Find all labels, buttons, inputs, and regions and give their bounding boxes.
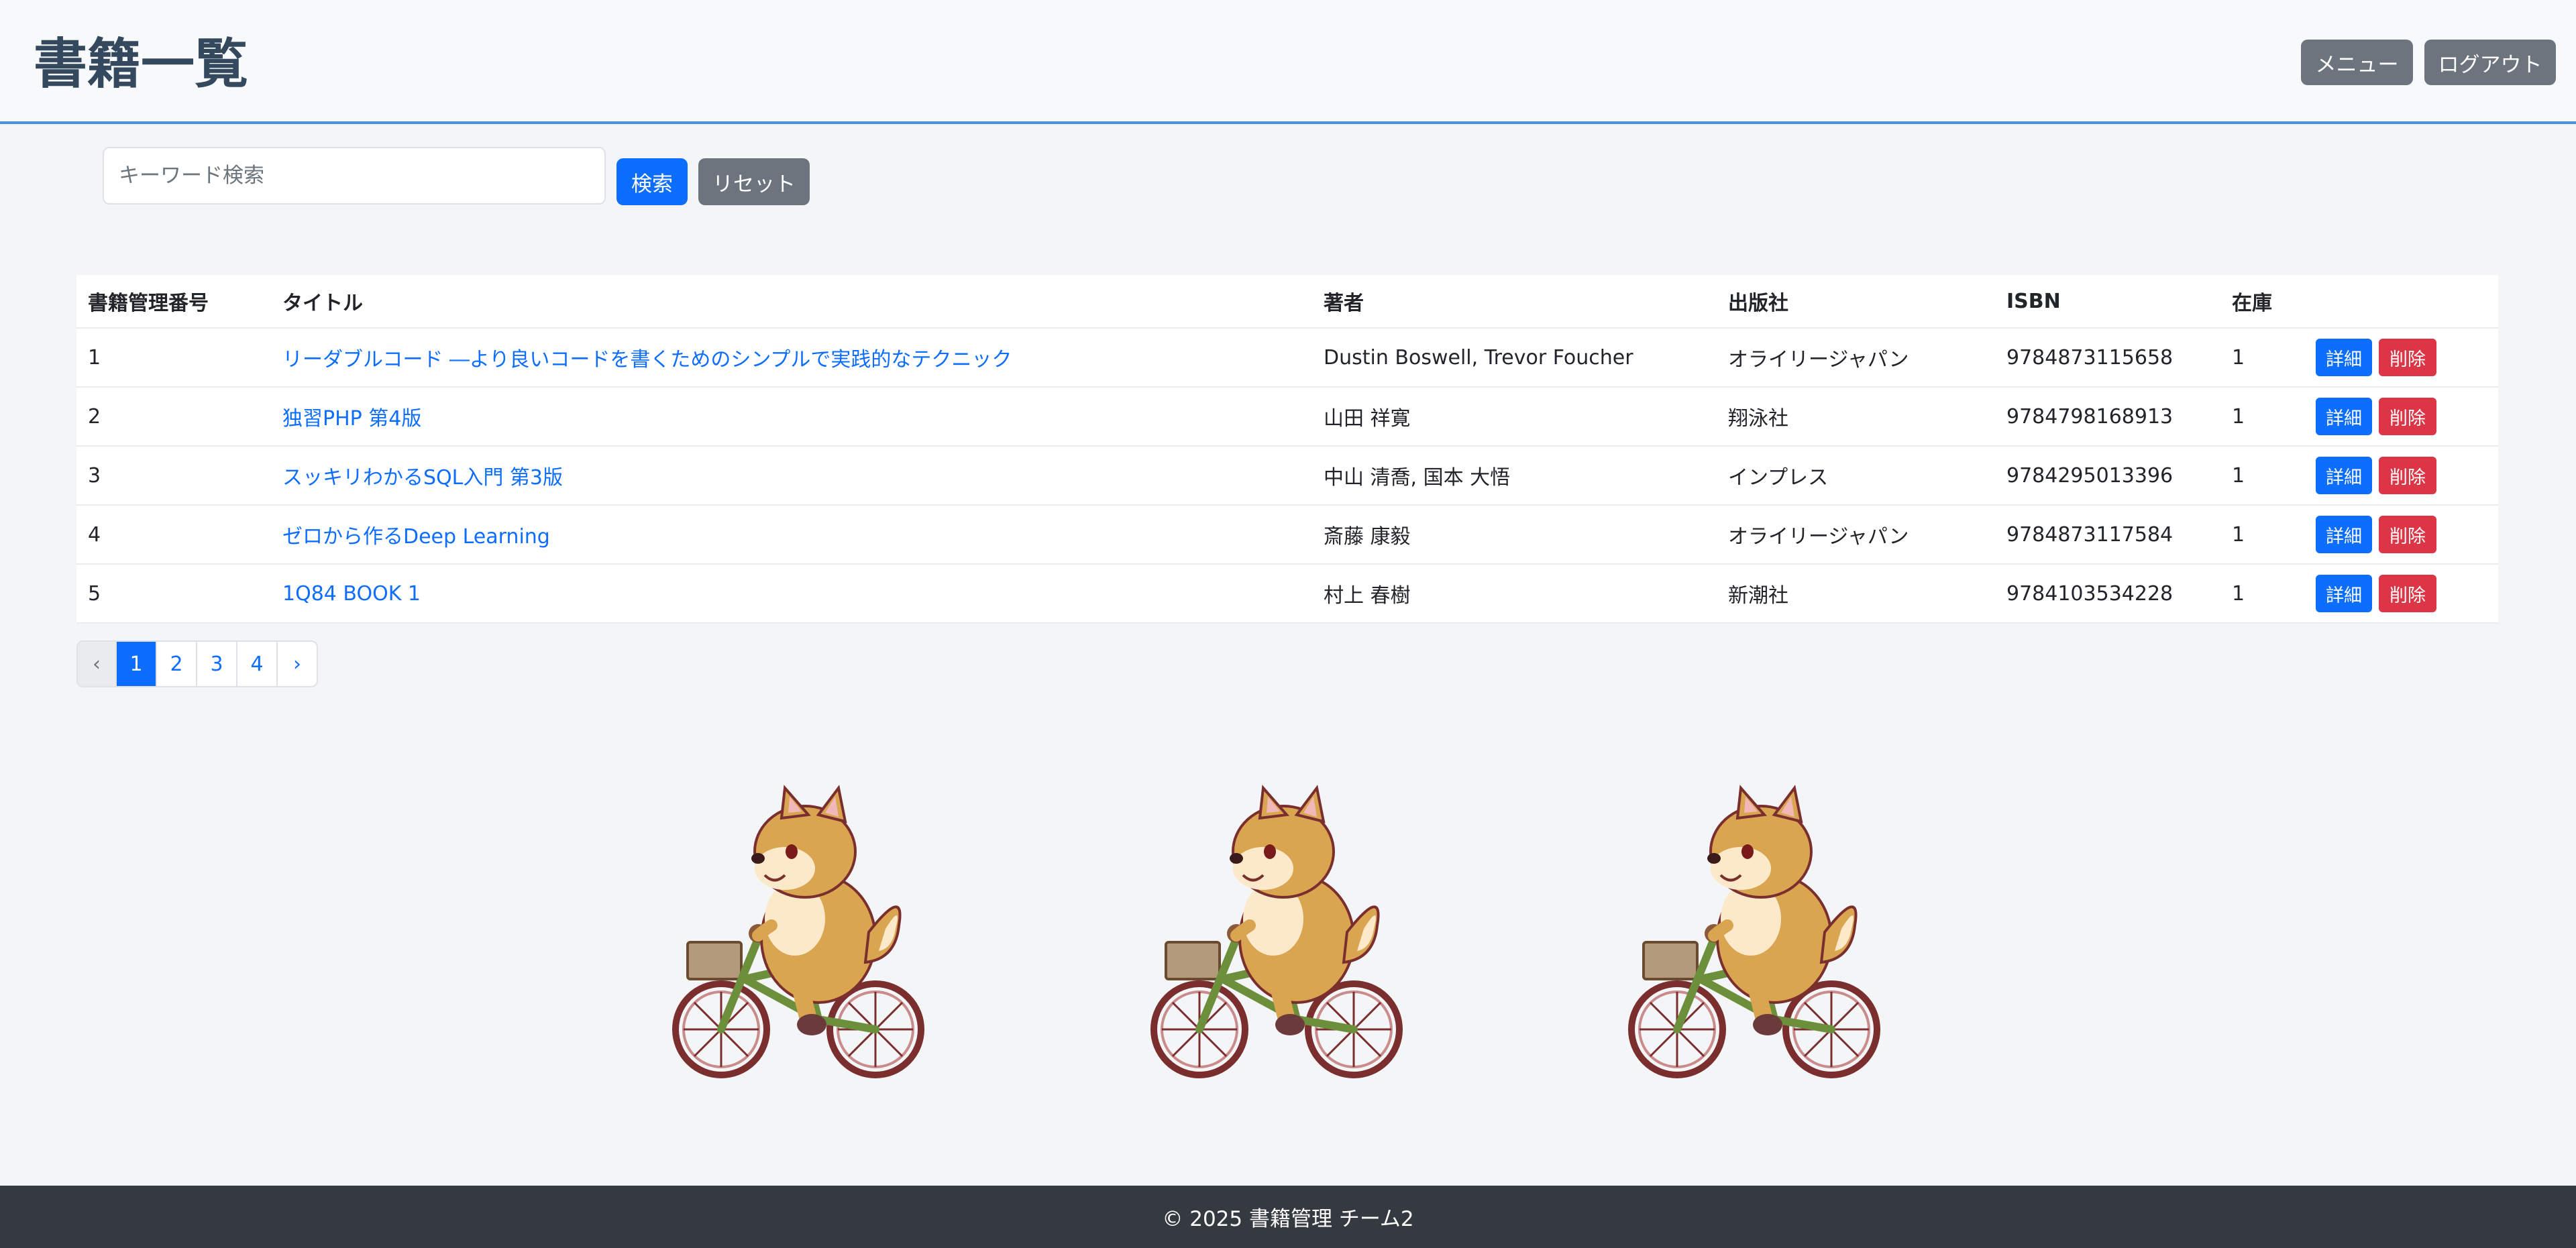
pagination-page-2[interactable]: 2: [156, 642, 196, 686]
pagination: ‹ 1 2 3 4 ›: [76, 640, 318, 687]
cell-stock: 1: [2220, 387, 2304, 447]
pagination-prev[interactable]: ‹: [78, 642, 115, 686]
cell-author: 山田 祥寛: [1312, 387, 1717, 447]
book-title-link[interactable]: 1Q84 BOOK 1: [282, 582, 421, 606]
cell-id: 4: [76, 505, 271, 565]
pagination-page-4[interactable]: 4: [236, 642, 276, 686]
search-button[interactable]: 検索: [616, 158, 688, 205]
book-title-link[interactable]: 独習PHP 第4版: [282, 407, 421, 431]
search-input[interactable]: [103, 147, 606, 205]
cell-actions: 詳細 削除: [2304, 328, 2498, 388]
detail-button[interactable]: 詳細: [2316, 339, 2372, 376]
pagination-next[interactable]: ›: [276, 642, 317, 686]
page-title: 書籍一覧: [34, 33, 248, 95]
delete-button[interactable]: 削除: [2379, 398, 2436, 435]
footer-text: © 2025 書籍管理 チーム2: [1162, 1207, 1414, 1231]
column-header-actions: [2304, 275, 2498, 329]
cell-isbn: 9784295013396: [1995, 446, 2220, 506]
cell-title: リーダブルコード ―より良いコードを書くためのシンプルで実践的なテクニック: [271, 328, 1312, 388]
cell-author: 斎藤 康毅: [1312, 505, 1717, 565]
cell-stock: 1: [2220, 564, 2304, 624]
column-header-publisher: 出版社: [1717, 275, 1995, 329]
cell-isbn: 9784873115658: [1995, 328, 2220, 388]
book-title-link[interactable]: スッキリわかるSQL入門 第3版: [282, 466, 563, 490]
table-row: 4 ゼロから作るDeep Learning 斎藤 康毅 オライリージャパン 97…: [76, 505, 2498, 565]
shiba-bicycle-icon: [1628, 785, 1880, 1078]
shiba-bicycle-illustration: [1150, 785, 1403, 1078]
shiba-bicycle-icon: [672, 785, 924, 1078]
cell-title: 独習PHP 第4版: [271, 387, 1312, 447]
column-header-author: 著者: [1312, 275, 1717, 329]
books-table-container: 書籍管理番号 タイトル 著者 出版社 ISBN 在庫 1 リーダブルコード ―よ…: [76, 275, 2498, 624]
page-footer: © 2025 書籍管理 チーム2: [0, 1186, 2576, 1248]
pagination-page-1[interactable]: 1: [115, 642, 156, 686]
cell-author: 中山 清喬, 国本 大悟: [1312, 446, 1717, 506]
cell-author: Dustin Boswell, Trevor Foucher: [1312, 328, 1717, 388]
cell-publisher: 新潮社: [1717, 564, 1995, 624]
detail-button[interactable]: 詳細: [2316, 575, 2372, 612]
cell-title: ゼロから作るDeep Learning: [271, 505, 1312, 565]
menu-button[interactable]: メニュー: [2301, 40, 2413, 85]
cell-id: 1: [76, 328, 271, 388]
cell-publisher: インプレス: [1717, 446, 1995, 506]
logout-button[interactable]: ログアウト: [2424, 40, 2556, 85]
cell-isbn: 9784798168913: [1995, 387, 2220, 447]
cell-stock: 1: [2220, 446, 2304, 506]
cell-actions: 詳細 削除: [2304, 505, 2498, 565]
cell-publisher: オライリージャパン: [1717, 328, 1995, 388]
detail-button[interactable]: 詳細: [2316, 457, 2372, 494]
reset-button[interactable]: リセット: [698, 158, 810, 205]
page-header: 書籍一覧 メニュー ログアウト: [0, 0, 2576, 124]
cell-author: 村上 春樹: [1312, 564, 1717, 624]
cell-id: 2: [76, 387, 271, 447]
cell-id: 5: [76, 564, 271, 624]
table-row: 1 リーダブルコード ―より良いコードを書くためのシンプルで実践的なテクニック …: [76, 328, 2498, 388]
book-title-link[interactable]: ゼロから作るDeep Learning: [282, 525, 550, 549]
detail-button[interactable]: 詳細: [2316, 516, 2372, 553]
shiba-bicycle-illustration: [672, 785, 924, 1078]
cell-publisher: オライリージャパン: [1717, 505, 1995, 565]
cell-actions: 詳細 削除: [2304, 446, 2498, 506]
cell-isbn: 9784103534228: [1995, 564, 2220, 624]
column-header-stock: 在庫: [2220, 275, 2304, 329]
cell-actions: 詳細 削除: [2304, 564, 2498, 624]
table-row: 5 1Q84 BOOK 1 村上 春樹 新潮社 9784103534228 1 …: [76, 564, 2498, 624]
delete-button[interactable]: 削除: [2379, 516, 2436, 553]
table-row: 2 独習PHP 第4版 山田 祥寛 翔泳社 9784798168913 1 詳細…: [76, 387, 2498, 447]
delete-button[interactable]: 削除: [2379, 339, 2436, 376]
book-title-link[interactable]: リーダブルコード ―より良いコードを書くためのシンプルで実践的なテクニック: [282, 348, 1012, 372]
cell-publisher: 翔泳社: [1717, 387, 1995, 447]
cell-isbn: 9784873117584: [1995, 505, 2220, 565]
column-header-id: 書籍管理番号: [76, 275, 271, 329]
cell-stock: 1: [2220, 328, 2304, 388]
pagination-page-3[interactable]: 3: [196, 642, 236, 686]
column-header-title: タイトル: [271, 275, 1312, 329]
delete-button[interactable]: 削除: [2379, 575, 2436, 612]
detail-button[interactable]: 詳細: [2316, 398, 2372, 435]
table-row: 3 スッキリわかるSQL入門 第3版 中山 清喬, 国本 大悟 インプレス 97…: [76, 446, 2498, 506]
shiba-bicycle-icon: [1150, 785, 1403, 1078]
shiba-bicycle-illustration: [1628, 785, 1880, 1078]
cell-actions: 詳細 削除: [2304, 387, 2498, 447]
cell-stock: 1: [2220, 505, 2304, 565]
table-header-row: 書籍管理番号 タイトル 著者 出版社 ISBN 在庫: [76, 275, 2498, 329]
column-header-isbn: ISBN: [1995, 275, 2220, 329]
cell-title: 1Q84 BOOK 1: [271, 564, 1312, 624]
delete-button[interactable]: 削除: [2379, 457, 2436, 494]
cell-title: スッキリわかるSQL入門 第3版: [271, 446, 1312, 506]
cell-id: 3: [76, 446, 271, 506]
books-table: 書籍管理番号 タイトル 著者 出版社 ISBN 在庫 1 リーダブルコード ―よ…: [76, 275, 2498, 624]
